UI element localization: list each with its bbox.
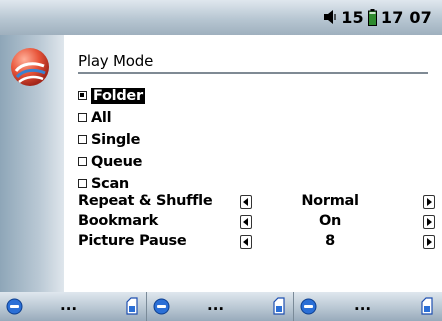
option-label: Scan (91, 176, 129, 192)
setting-label: Bookmark (78, 213, 158, 229)
setting-value: On (318, 213, 342, 229)
right-arrow-icon[interactable] (423, 235, 435, 249)
status-bar: 15 17 07 (0, 0, 442, 35)
softkey-2[interactable]: ... (147, 292, 294, 321)
battery-icon (367, 8, 377, 26)
memory-icon (273, 297, 285, 315)
option-label: Single (91, 132, 141, 148)
option-single[interactable]: Single (78, 129, 140, 151)
setting-label: Repeat & Shuffle (78, 193, 213, 209)
memory-icon (421, 297, 433, 315)
checkbox-icon (78, 134, 87, 144)
side-panel (0, 35, 64, 292)
softkey-bar: ... ... ... (0, 292, 442, 321)
option-scan[interactable]: Scan (78, 173, 129, 195)
left-arrow-icon[interactable] (240, 215, 252, 229)
volume-level: 15 (341, 7, 364, 27)
right-arrow-icon[interactable] (423, 195, 435, 209)
setting-repeat-shuffle: Repeat & Shuffle Normal (78, 193, 438, 213)
checkbox-icon (78, 112, 87, 122)
left-arrow-icon[interactable] (240, 195, 252, 209)
softkey-label: ... (60, 296, 78, 314)
setting-value: 8 (325, 233, 335, 249)
button-icon (6, 298, 23, 315)
page-title: Play Mode (78, 52, 154, 70)
title-divider (78, 72, 428, 74)
softkey-label: ... (354, 296, 372, 314)
option-queue[interactable]: Queue (78, 151, 142, 173)
option-label: Queue (91, 154, 143, 170)
checkbox-icon (78, 156, 87, 166)
checkbox-icon (78, 90, 87, 100)
softkey-label: ... (207, 296, 225, 314)
option-label: Folder (91, 88, 145, 104)
softkey-1[interactable]: ... (0, 292, 147, 321)
setting-bookmark: Bookmark On (78, 213, 438, 233)
button-icon (153, 298, 170, 315)
softkey-3[interactable]: ... (294, 292, 441, 321)
option-all[interactable]: All (78, 107, 112, 129)
app-logo-icon (11, 48, 49, 86)
speaker-icon (324, 10, 336, 24)
setting-label: Picture Pause (78, 233, 187, 249)
right-arrow-icon[interactable] (423, 215, 435, 229)
left-arrow-icon[interactable] (240, 235, 252, 249)
checkbox-icon (78, 178, 87, 188)
option-label: All (91, 110, 112, 126)
clock: 17 07 (380, 7, 432, 27)
option-folder[interactable]: Folder (78, 85, 145, 107)
setting-value: Normal (301, 193, 359, 209)
setting-picture-pause: Picture Pause 8 (78, 233, 438, 253)
status-group: 15 17 07 (323, 6, 432, 28)
memory-icon (126, 297, 138, 315)
button-icon (300, 298, 317, 315)
